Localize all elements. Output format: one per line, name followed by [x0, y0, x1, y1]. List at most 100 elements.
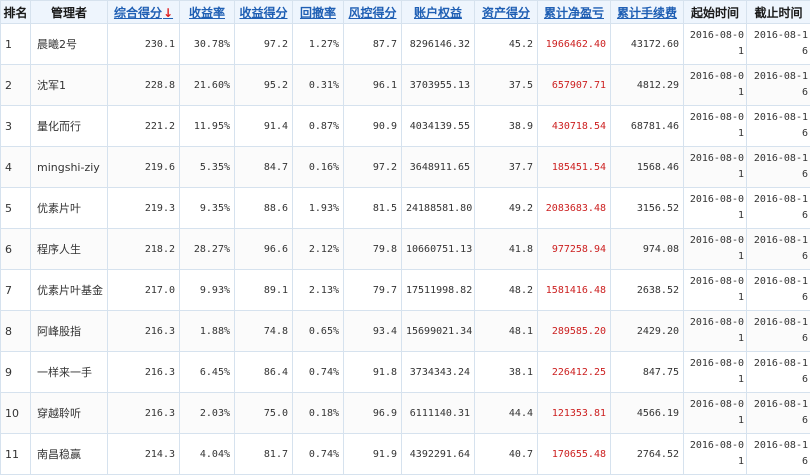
manager-link[interactable]: 穿越聆听	[37, 407, 81, 420]
rank-cell: 3	[1, 106, 31, 147]
score-cell: 214.3	[108, 434, 180, 475]
col-header-rank: 排名	[1, 1, 31, 24]
start-date-cell: 2016-08-01	[684, 106, 747, 147]
sort-desc-arrow-icon: ↓	[163, 6, 173, 20]
col-header-equity[interactable]: 账户权益	[402, 1, 475, 24]
rank-cell: 2	[1, 65, 31, 106]
return-score-cell: 91.4	[235, 106, 293, 147]
return-score-cell: 75.0	[235, 393, 293, 434]
rank-cell: 10	[1, 393, 31, 434]
return-score-cell: 74.8	[235, 311, 293, 352]
manager-link[interactable]: 一样来一手	[37, 366, 92, 379]
end-date-cell: 2016-08-16	[747, 188, 810, 229]
start-date-cell: 2016-08-01	[684, 311, 747, 352]
asset-score-cell: 41.8	[475, 229, 538, 270]
manager-cell: 优素片叶基金	[31, 270, 108, 311]
rank-cell: 7	[1, 270, 31, 311]
net-pnl-cell: 2083683.48	[538, 188, 611, 229]
col-header-start: 起始时间	[684, 1, 747, 24]
score-cell: 216.3	[108, 352, 180, 393]
manager-cell: 阿峰股指	[31, 311, 108, 352]
col-header-score[interactable]: 综合得分↓	[108, 1, 180, 24]
net-pnl-cell: 977258.94	[538, 229, 611, 270]
fees-cell: 43172.60	[611, 24, 684, 65]
manager-link[interactable]: 优素片叶	[37, 202, 81, 215]
col-header-net-pnl[interactable]: 累计净盈亏	[538, 1, 611, 24]
equity-cell: 15699021.34	[402, 311, 475, 352]
manager-cell: 量化而行	[31, 106, 108, 147]
fees-cell: 1568.46	[611, 147, 684, 188]
risk-score-cell: 79.8	[344, 229, 402, 270]
start-date-cell: 2016-08-01	[684, 65, 747, 106]
start-date-cell: 2016-08-01	[684, 434, 747, 475]
fees-cell: 2638.52	[611, 270, 684, 311]
manager-link[interactable]: 阿峰股指	[37, 325, 81, 338]
score-cell: 217.0	[108, 270, 180, 311]
equity-cell: 3648911.65	[402, 147, 475, 188]
manager-link[interactable]: 晨曦2号	[37, 38, 77, 51]
net-pnl-cell: 1581416.48	[538, 270, 611, 311]
rank-cell: 6	[1, 229, 31, 270]
return-score-cell: 84.7	[235, 147, 293, 188]
manager-link[interactable]: 量化而行	[37, 120, 81, 133]
table-row: 1晨曦2号230.130.78%97.21.27%87.78296146.324…	[1, 24, 810, 65]
col-header-drawdown[interactable]: 回撤率	[293, 1, 344, 24]
equity-cell: 24188581.80	[402, 188, 475, 229]
start-date-cell: 2016-08-01	[684, 24, 747, 65]
net-pnl-cell: 657907.71	[538, 65, 611, 106]
manager-cell: 一样来一手	[31, 352, 108, 393]
risk-score-cell: 96.1	[344, 65, 402, 106]
fees-cell: 2764.52	[611, 434, 684, 475]
score-cell: 221.2	[108, 106, 180, 147]
return-rate-cell: 11.95%	[180, 106, 235, 147]
table-row: 10穿越聆听216.32.03%75.00.18%96.96111140.314…	[1, 393, 810, 434]
asset-score-cell: 38.1	[475, 352, 538, 393]
start-date-cell: 2016-08-01	[684, 188, 747, 229]
fees-cell: 847.75	[611, 352, 684, 393]
table-row: 9一样来一手216.36.45%86.40.74%91.83734343.243…	[1, 352, 810, 393]
drawdown-cell: 0.74%	[293, 352, 344, 393]
start-date-cell: 2016-08-01	[684, 229, 747, 270]
end-date-cell: 2016-08-16	[747, 106, 810, 147]
table-row: 8阿峰股指216.31.88%74.80.65%93.415699021.344…	[1, 311, 810, 352]
manager-link[interactable]: mingshi-ziy	[37, 161, 100, 174]
col-header-manager: 管理者	[31, 1, 108, 24]
net-pnl-cell: 226412.25	[538, 352, 611, 393]
end-date-cell: 2016-08-16	[747, 352, 810, 393]
risk-score-cell: 91.8	[344, 352, 402, 393]
manager-link[interactable]: 南昌稳赢	[37, 448, 81, 461]
col-header-return-score[interactable]: 收益得分	[235, 1, 293, 24]
net-pnl-cell: 121353.81	[538, 393, 611, 434]
equity-cell: 4034139.55	[402, 106, 475, 147]
return-score-cell: 89.1	[235, 270, 293, 311]
rank-cell: 9	[1, 352, 31, 393]
net-pnl-cell: 289585.20	[538, 311, 611, 352]
manager-cell: mingshi-ziy	[31, 147, 108, 188]
fees-cell: 4566.19	[611, 393, 684, 434]
asset-score-cell: 48.1	[475, 311, 538, 352]
equity-cell: 3703955.13	[402, 65, 475, 106]
asset-score-cell: 44.4	[475, 393, 538, 434]
risk-score-cell: 79.7	[344, 270, 402, 311]
risk-score-cell: 96.9	[344, 393, 402, 434]
col-header-asset-score[interactable]: 资产得分	[475, 1, 538, 24]
col-header-risk-score[interactable]: 风控得分	[344, 1, 402, 24]
manager-link[interactable]: 优素片叶基金	[37, 284, 103, 297]
score-cell: 216.3	[108, 311, 180, 352]
end-date-cell: 2016-08-16	[747, 393, 810, 434]
manager-link[interactable]: 沈军1	[37, 79, 66, 92]
score-cell: 219.3	[108, 188, 180, 229]
return-rate-cell: 9.93%	[180, 270, 235, 311]
table-row: 4mingshi-ziy219.65.35%84.70.16%97.236489…	[1, 147, 810, 188]
end-date-cell: 2016-08-16	[747, 229, 810, 270]
table-row: 6程序人生218.228.27%96.62.12%79.810660751.13…	[1, 229, 810, 270]
col-header-fees[interactable]: 累计手续费	[611, 1, 684, 24]
manager-link[interactable]: 程序人生	[37, 243, 81, 256]
table-body: 1晨曦2号230.130.78%97.21.27%87.78296146.324…	[1, 24, 810, 475]
drawdown-cell: 1.27%	[293, 24, 344, 65]
drawdown-cell: 0.87%	[293, 106, 344, 147]
end-date-cell: 2016-08-16	[747, 147, 810, 188]
manager-cell: 沈军1	[31, 65, 108, 106]
col-header-return-rate[interactable]: 收益率	[180, 1, 235, 24]
table-row: 5优素片叶219.39.35%88.61.93%81.524188581.804…	[1, 188, 810, 229]
